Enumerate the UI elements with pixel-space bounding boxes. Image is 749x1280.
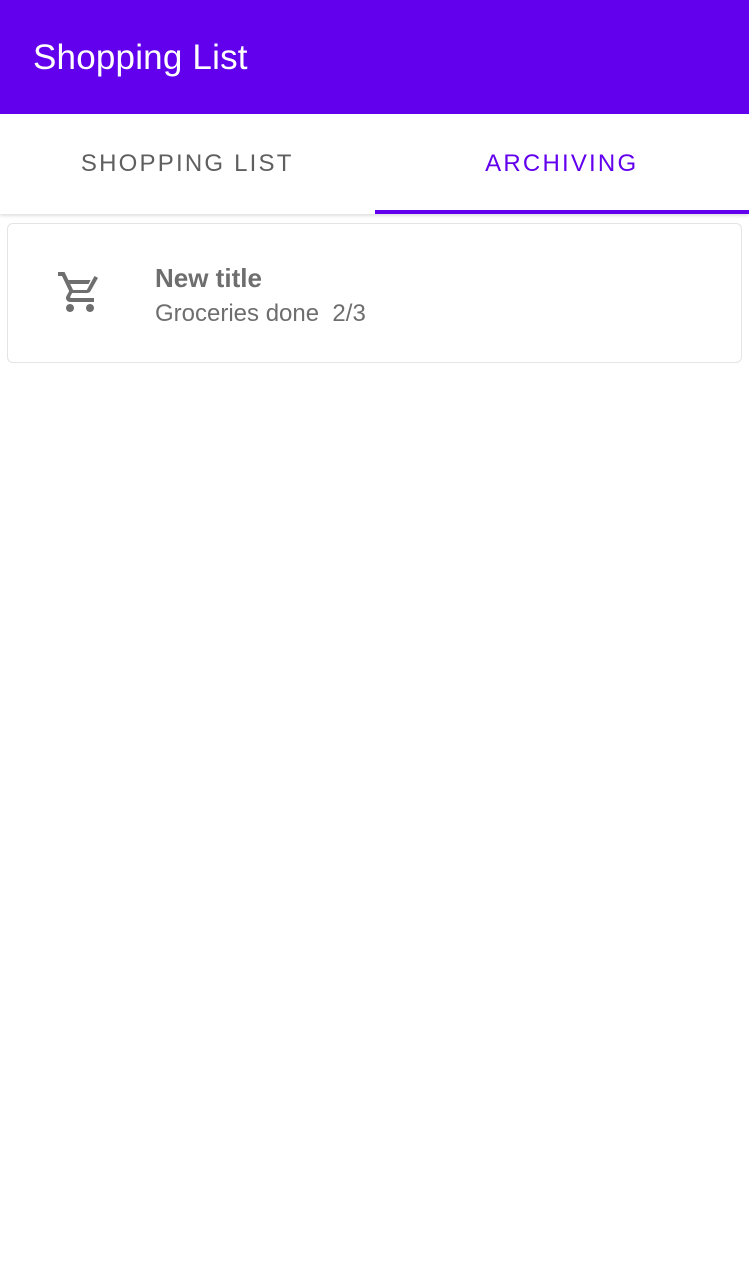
app-bar: Shopping List — [0, 0, 749, 114]
item-title: New title — [155, 263, 262, 293]
item-subtitle: Groceries done 2/3 — [155, 300, 366, 327]
tab-selected-indicator — [374, 210, 749, 214]
tab-label: ARCHIVING — [485, 150, 639, 177]
list-item[interactable]: New title Groceries done 2/3 — [7, 223, 742, 363]
cart-icon — [58, 272, 98, 312]
tab-bar: SHOPPING LIST ARCHIVING — [0, 114, 749, 214]
tab-label: SHOPPING LIST — [80, 150, 294, 177]
app-title: Shopping List — [33, 38, 248, 77]
tab-archiving[interactable]: ARCHIVING — [374, 114, 749, 214]
tab-shopping-list[interactable]: SHOPPING LIST — [0, 114, 375, 214]
